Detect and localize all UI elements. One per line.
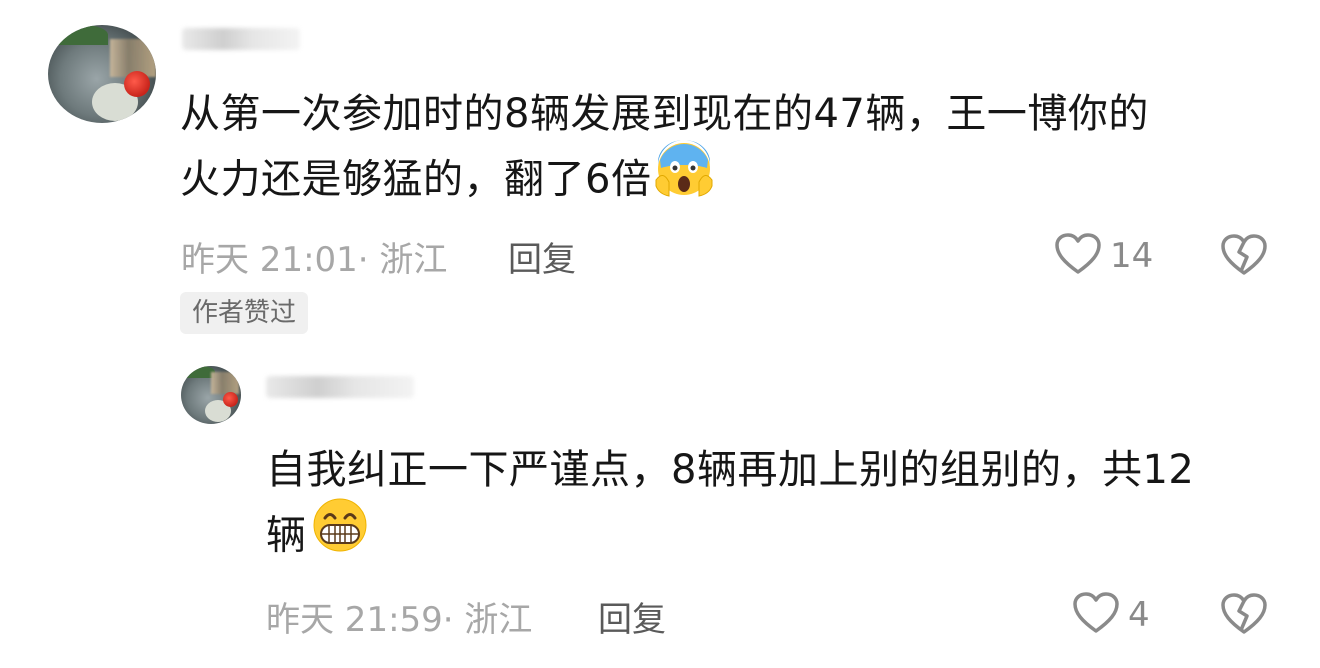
like-count: 14: [1110, 236, 1154, 276]
broken-heart-icon: [1220, 593, 1268, 640]
author-liked-badge: 作者赞过: [180, 292, 309, 334]
grinning-face-icon: [311, 496, 369, 571]
heart-icon: [1072, 591, 1120, 639]
like-count: 4: [1128, 595, 1150, 635]
comment-line-text: 辆: [266, 512, 307, 559]
comment-line: 火力还是够猛的，翻了6倍: [180, 140, 1280, 219]
username-blurred[interactable]: [182, 28, 300, 50]
like-button[interactable]: 4: [1072, 591, 1150, 639]
comment-line: 从第一次参加时的8辆发展到现在的47辆，王一博你的: [180, 91, 1149, 137]
reply-text: 自我纠正一下严谨点，8辆再加上别的组别的，共12 辆: [266, 440, 1306, 575]
dislike-button[interactable]: [1220, 233, 1268, 281]
comment-line-text: 火力还是够猛的，翻了6倍: [180, 156, 652, 203]
username-blurred[interactable]: [266, 376, 414, 398]
comment-thread: 从第一次参加时的8辆发展到现在的47辆，王一博你的 火力还是够猛的，翻了6倍 昨…: [0, 0, 1320, 668]
reply-button[interactable]: 回复: [598, 592, 666, 641]
comment-line: 自我纠正一下严谨点，8辆再加上别的组别的，共12: [266, 447, 1195, 493]
avatar[interactable]: [48, 25, 156, 123]
heart-icon: [1054, 232, 1102, 280]
reply-timestamp: 昨天 21:59· 浙江: [266, 600, 533, 640]
comment-line: 辆: [266, 498, 1306, 575]
dislike-button[interactable]: [1220, 592, 1268, 640]
reply-button[interactable]: 回复: [508, 232, 576, 281]
comment-text: 从第一次参加时的8辆发展到现在的47辆，王一博你的 火力还是够猛的，翻了6倍: [180, 84, 1280, 219]
broken-heart-icon: [1220, 234, 1268, 281]
comment-timestamp: 昨天 21:01· 浙江: [181, 240, 448, 280]
screaming-face-icon: [655, 140, 713, 215]
avatar[interactable]: [181, 366, 241, 424]
like-button[interactable]: 14: [1054, 232, 1153, 280]
